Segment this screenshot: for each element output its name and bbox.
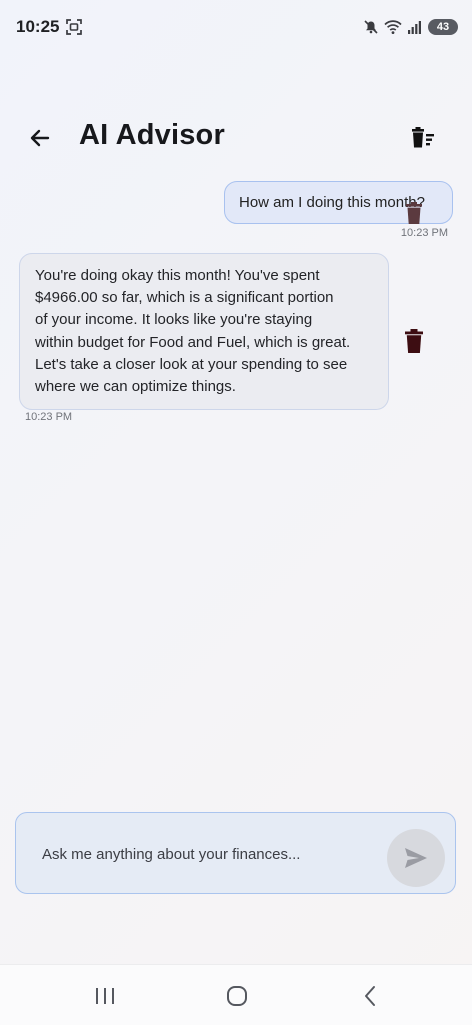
screen-record-icon (66, 19, 82, 35)
delete-message-icon[interactable] (404, 328, 424, 354)
mute-icon (364, 20, 378, 34)
home-button[interactable] (219, 979, 255, 1013)
status-bar: 10:25 43 (0, 0, 472, 56)
recents-button[interactable] (87, 979, 123, 1013)
ai-message-line: of your income. It looks like you're sta… (35, 311, 313, 329)
page-title: AI Advisor (79, 119, 225, 151)
back-button[interactable] (24, 122, 56, 154)
ai-message-line: Let's take a closer look at your spendin… (35, 355, 348, 373)
composer (15, 812, 456, 894)
ai-message-line: where we can optimize things. (35, 378, 236, 396)
message-input[interactable] (42, 837, 372, 871)
home-icon (227, 986, 247, 1006)
back-icon (365, 986, 375, 1006)
system-nav-bar (0, 964, 472, 1025)
nav-back-button[interactable] (352, 979, 388, 1013)
status-time: 10:25 (16, 17, 60, 36)
ai-message-time: 10:23 PM (25, 411, 73, 423)
wifi-icon (384, 20, 402, 34)
user-message-text: How am I doing this month? (239, 194, 425, 211)
delete-sweep-icon (412, 127, 434, 148)
recents-icon (96, 988, 114, 1004)
cell-signal-icon (408, 21, 421, 34)
status-icons: 43 (363, 16, 458, 38)
battery-icon: 43 (428, 19, 458, 35)
ai-message-bubble: You're doing okay this month! You've spe… (19, 253, 389, 411)
app-bar: AI Advisor (0, 105, 472, 167)
send-button[interactable] (387, 829, 445, 887)
user-message-time: 10:23 PM (400, 227, 448, 239)
send-icon (405, 848, 427, 868)
arrow-left-icon (30, 129, 50, 147)
ai-message-line: $4966.00 so far, which is a significant … (35, 289, 334, 307)
clear-chat-button[interactable] (406, 123, 440, 153)
ai-message-line: within budget for Food and Fuel, which i… (35, 333, 351, 351)
delete-message-icon[interactable] (405, 201, 423, 225)
ai-message-line: You're doing okay this month! You've spe… (35, 267, 320, 284)
